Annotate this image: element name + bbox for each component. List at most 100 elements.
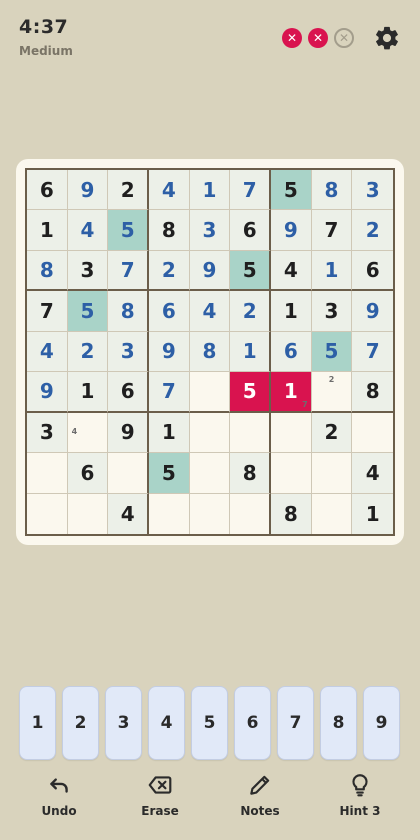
board-cell-r7c7[interactable] <box>271 412 312 454</box>
numpad-key-9[interactable]: 9 <box>363 686 400 760</box>
board-cell-r8c2[interactable]: 6 <box>67 453 109 494</box>
board-cell-r2c2[interactable]: 4 <box>67 210 109 251</box>
board-cell-r2c9[interactable]: 2 <box>352 210 393 251</box>
board-cell-r9c1[interactable] <box>27 493 68 534</box>
board-cell-r6c6[interactable]: 5 <box>230 372 271 413</box>
board-cell-r5c7[interactable]: 6 <box>271 331 312 373</box>
board-cell-r7c8[interactable]: 2 <box>311 412 353 454</box>
board-cell-r1c3[interactable]: 2 <box>108 170 149 211</box>
board-cell-r7c4[interactable]: 1 <box>149 412 190 454</box>
board-cell-r6c2[interactable]: 1 <box>67 372 109 413</box>
board-cell-r2c6[interactable]: 6 <box>230 210 271 251</box>
notes-button[interactable]: Notes <box>220 772 300 818</box>
lightbulb-icon <box>352 774 368 797</box>
board-cell-r2c7[interactable]: 9 <box>271 210 312 251</box>
board-cell-r6c5[interactable] <box>189 372 231 413</box>
board-cell-r6c8[interactable]: 2 <box>311 372 353 413</box>
board-cell-r8c9[interactable]: 4 <box>352 453 393 494</box>
pencil-note: 7 <box>302 399 308 409</box>
board-cell-r9c7[interactable]: 8 <box>271 493 312 534</box>
mistake-3-icon: ✕ <box>334 28 354 48</box>
board-cell-r8c7[interactable] <box>271 453 312 494</box>
board-cell-r8c4[interactable]: 5 <box>149 453 190 494</box>
board-cell-r3c8[interactable]: 1 <box>311 250 353 292</box>
board-cell-r7c1[interactable]: 3 <box>27 412 68 454</box>
board-cell-r8c1[interactable] <box>27 453 68 494</box>
board-cell-r9c2[interactable] <box>68 493 109 534</box>
hint-button[interactable]: Hint 3 <box>320 772 400 818</box>
board-cell-r4c9[interactable]: 9 <box>352 291 393 332</box>
board-cell-r1c2[interactable]: 9 <box>67 170 109 211</box>
numpad-key-5[interactable]: 5 <box>191 686 228 760</box>
numpad-key-3[interactable]: 3 <box>105 686 142 760</box>
numpad-key-7[interactable]: 7 <box>277 686 314 760</box>
board-cell-r4c4[interactable]: 6 <box>149 291 190 332</box>
board-cell-r7c5[interactable] <box>189 412 231 454</box>
board-cell-r2c3[interactable]: 5 <box>108 210 149 251</box>
board-cell-r6c1[interactable]: 9 <box>27 372 68 413</box>
board-cell-r9c4[interactable] <box>149 493 190 534</box>
board-cell-r6c4[interactable]: 7 <box>149 372 190 413</box>
board-cell-r4c5[interactable]: 4 <box>189 291 231 332</box>
board-cell-r4c7[interactable]: 1 <box>271 291 312 332</box>
board-cell-r4c8[interactable]: 3 <box>311 291 353 332</box>
board-cell-r2c8[interactable]: 7 <box>311 210 353 251</box>
board-cell-r8c5[interactable] <box>189 453 231 494</box>
board-cell-r6c3[interactable]: 6 <box>108 372 149 413</box>
board-cell-r7c9[interactable] <box>352 413 393 454</box>
board-cell-r8c3[interactable] <box>108 453 149 494</box>
board-cell-r7c3[interactable]: 9 <box>108 412 149 454</box>
board-cell-r1c6[interactable]: 7 <box>230 170 271 211</box>
numpad-key-4[interactable]: 4 <box>148 686 185 760</box>
board-cell-r3c6[interactable]: 5 <box>230 250 271 292</box>
board-cell-r4c6[interactable]: 2 <box>230 291 271 332</box>
board-cell-r9c8[interactable] <box>312 493 353 534</box>
undo-button[interactable]: Undo <box>19 772 99 818</box>
board-cell-r8c6[interactable]: 8 <box>230 453 271 494</box>
board-cell-r1c5[interactable]: 1 <box>189 170 231 211</box>
numpad-key-1[interactable]: 1 <box>19 686 56 760</box>
board-cell-r2c1[interactable]: 1 <box>27 210 68 251</box>
erase-button[interactable]: Erase <box>120 772 200 818</box>
board-cell-r4c2[interactable]: 5 <box>67 291 109 332</box>
board-cell-r9c9[interactable]: 1 <box>352 493 393 534</box>
board-cell-r8c8[interactable] <box>311 453 353 494</box>
board-cell-r9c6[interactable] <box>230 493 271 534</box>
board-cell-r6c7[interactable]: 17 <box>271 372 312 413</box>
board-cell-r9c5[interactable] <box>190 493 231 534</box>
board-cell-r5c9[interactable]: 7 <box>352 331 393 373</box>
board-cell-r5c5[interactable]: 8 <box>189 331 231 373</box>
board-cell-r9c3[interactable]: 4 <box>108 493 149 534</box>
board-cell-r2c4[interactable]: 8 <box>149 210 190 251</box>
board-cell-r2c5[interactable]: 3 <box>189 210 231 251</box>
board-cell-r1c8[interactable]: 8 <box>311 170 353 211</box>
board-cell-r3c4[interactable]: 2 <box>149 250 190 292</box>
settings-gear-icon[interactable] <box>373 24 401 52</box>
board-cell-r5c8[interactable]: 5 <box>311 331 353 373</box>
board-cell-r5c4[interactable]: 9 <box>149 331 190 373</box>
numpad-key-6[interactable]: 6 <box>234 686 271 760</box>
board-cell-r3c2[interactable]: 3 <box>67 250 109 292</box>
board-cell-r3c5[interactable]: 9 <box>189 250 231 292</box>
board-cell-r5c3[interactable]: 3 <box>108 331 149 373</box>
board-cell-r3c3[interactable]: 7 <box>108 250 149 292</box>
numpad-key-8[interactable]: 8 <box>320 686 357 760</box>
board-cell-r7c6[interactable] <box>230 412 271 454</box>
board-cell-r4c1[interactable]: 7 <box>27 291 68 332</box>
board-cell-r3c1[interactable]: 8 <box>27 250 68 292</box>
board-cell-r1c1[interactable]: 6 <box>27 170 68 211</box>
toolbar: Undo Erase Notes Hint 3 <box>0 772 420 832</box>
numpad-key-2[interactable]: 2 <box>62 686 99 760</box>
board-cell-r3c9[interactable]: 6 <box>352 250 393 292</box>
board-cell-r5c6[interactable]: 1 <box>230 331 271 373</box>
board-cell-r1c9[interactable]: 3 <box>352 170 393 211</box>
board-cell-r1c7[interactable]: 5 <box>271 170 312 211</box>
board-cell-r4c3[interactable]: 8 <box>108 291 149 332</box>
board-cell-r3c7[interactable]: 4 <box>271 250 312 292</box>
cell-digit: 5 <box>80 299 95 324</box>
board-cell-r1c4[interactable]: 4 <box>149 170 190 211</box>
board-cell-r7c2[interactable]: 4 <box>67 412 109 454</box>
board-cell-r6c9[interactable]: 8 <box>352 372 393 413</box>
board-cell-r5c2[interactable]: 2 <box>67 331 109 373</box>
board-cell-r5c1[interactable]: 4 <box>27 331 68 373</box>
